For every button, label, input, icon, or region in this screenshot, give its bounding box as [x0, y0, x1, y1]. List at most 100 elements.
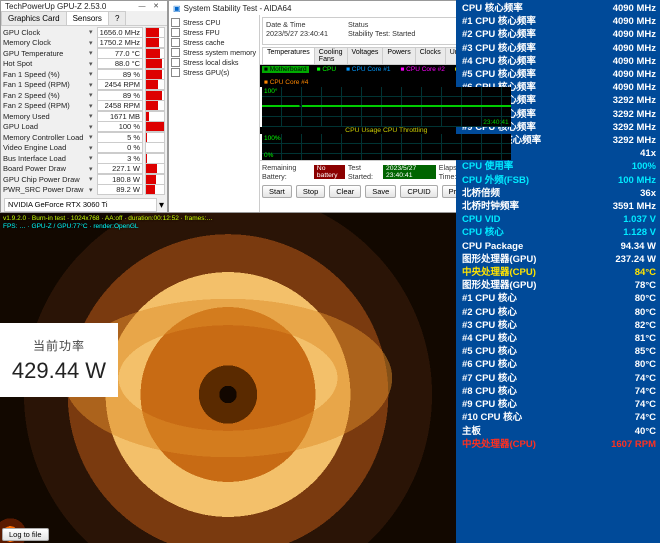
tab-graphics-card[interactable]: Graphics Card — [1, 11, 67, 25]
stat-key: #6 CPU 核心 — [462, 358, 517, 371]
subtab-clocks[interactable]: Clocks — [415, 47, 446, 64]
tab-sensors[interactable]: Sensors — [66, 11, 109, 25]
tree-label: Stress local disks — [183, 58, 239, 67]
legend-item[interactable]: ■ Motherboard — [262, 66, 309, 73]
tree-node[interactable]: Stress system memory — [171, 47, 257, 57]
start-button[interactable]: Start — [262, 185, 292, 198]
sensor-label: GPU Temperature — [3, 49, 89, 58]
sensor-label: GPU Chip Power Draw — [3, 175, 89, 184]
chevron-down-icon[interactable]: ▾ — [89, 49, 97, 57]
stat-value: 80°C — [635, 292, 656, 305]
subtab-temperatures[interactable]: Temperatures — [262, 47, 315, 64]
chevron-down-icon[interactable]: ▾ — [89, 186, 97, 194]
stat-value: 1.128 V — [623, 226, 656, 239]
tree-node[interactable]: Stress GPU(s) — [171, 67, 257, 77]
stat-row: 图形处理器(GPU)78°C — [462, 279, 656, 292]
stat-key: #2 CPU 核心 — [462, 306, 517, 319]
chevron-down-icon[interactable]: ▾ — [89, 91, 97, 99]
tree-node[interactable]: Stress FPU — [171, 27, 257, 37]
clear-button[interactable]: Clear — [329, 185, 361, 198]
stop-button[interactable]: Stop — [296, 185, 325, 198]
chevron-down-icon[interactable]: ▾ — [159, 200, 164, 211]
sensor-row: Fan 1 Speed (%)▾89 % — [3, 69, 165, 80]
subtab-powers[interactable]: Powers — [382, 47, 415, 64]
stat-key: #9 CPU 核心 — [462, 398, 517, 411]
sensor-label: PWR_SRC Power Draw — [3, 185, 89, 194]
stat-row: #4 CPU 核心81°C — [462, 332, 656, 345]
sensor-label: Board Power Draw — [3, 164, 89, 173]
gpu-model[interactable]: NVIDIA GeForce RTX 3060 Ti — [4, 198, 157, 212]
chevron-down-icon[interactable]: ▾ — [89, 39, 97, 47]
chevron-down-icon[interactable]: ▾ — [89, 81, 97, 89]
stat-row: CPU 外频(FSB)100 MHz — [462, 174, 656, 187]
sensor-bar — [145, 163, 165, 174]
checkbox-icon[interactable] — [171, 28, 180, 37]
checkbox-icon[interactable] — [171, 48, 180, 57]
tree-node[interactable]: Stress CPU — [171, 17, 257, 27]
stat-row: CPU 核心频率4090 MHz — [462, 2, 656, 15]
stat-row: CPU VID1.037 V — [462, 213, 656, 226]
sensor-label: Memory Clock — [3, 38, 89, 47]
stat-value: 84°C — [635, 266, 656, 279]
chevron-down-icon[interactable]: ▾ — [89, 165, 97, 173]
checkbox-icon[interactable] — [171, 18, 180, 27]
chevron-down-icon[interactable]: ▾ — [89, 123, 97, 131]
chevron-down-icon[interactable]: ▾ — [89, 70, 97, 78]
chevron-down-icon[interactable]: ▾ — [89, 175, 97, 183]
sensor-bar — [145, 142, 165, 153]
stat-value: 78°C — [635, 279, 656, 292]
stat-value: 74°C — [635, 385, 656, 398]
sensor-row: Fan 1 Speed (RPM)▾2454 RPM — [3, 80, 165, 91]
stat-row: 图形处理器(GPU)237.24 W — [462, 253, 656, 266]
stat-row: CPU Package94.34 W — [462, 240, 656, 253]
chevron-down-icon[interactable]: ▾ — [89, 112, 97, 120]
subtab-voltages[interactable]: Voltages — [347, 47, 384, 64]
graph-timestamp: 23:40:41 — [483, 119, 508, 126]
checkbox-icon[interactable] — [171, 58, 180, 67]
chevron-down-icon[interactable]: ▾ — [89, 28, 97, 36]
stat-key: #3 CPU 核心 — [462, 319, 517, 332]
started-label: Test Started: — [348, 163, 380, 181]
legend-item[interactable]: ■ CPU Core #2 — [398, 66, 446, 73]
stat-value: 1607 RPM — [611, 438, 656, 451]
tree-node[interactable]: Stress local disks — [171, 57, 257, 67]
chevron-down-icon[interactable]: ▾ — [89, 60, 97, 68]
sensor-row: Memory Clock▾1750.2 MHz — [3, 38, 165, 49]
tree-label: Stress system memory — [183, 48, 256, 57]
checkbox-icon[interactable] — [171, 68, 180, 77]
sensor-row: Board Power Draw▾227.1 W — [3, 164, 165, 175]
chevron-down-icon[interactable]: ▾ — [89, 133, 97, 141]
legend-item[interactable]: ■ CPU — [315, 66, 338, 73]
tree-label: Stress FPU — [183, 28, 220, 37]
chevron-down-icon[interactable]: ▾ — [89, 144, 97, 152]
log-to-file-button[interactable]: Log to file — [2, 528, 49, 541]
sensor-value: 100 % — [97, 121, 143, 132]
chevron-down-icon[interactable]: ▾ — [89, 102, 97, 110]
chevron-down-icon[interactable]: ▾ — [89, 154, 97, 162]
aida-title: System Stability Test - AIDA64 — [184, 4, 292, 13]
subtab-cooling-fans[interactable]: Cooling Fans — [314, 47, 348, 64]
stat-row: #2 CPU 核心80°C — [462, 306, 656, 319]
tab-about[interactable]: ? — [108, 11, 126, 25]
checkbox-icon[interactable] — [171, 38, 180, 47]
sensor-label: Fan 2 Speed (%) — [3, 91, 89, 100]
legend-item[interactable]: ■ CPU Core #1 — [344, 66, 392, 73]
cpuid-button[interactable]: CPUID — [400, 185, 437, 198]
stat-value: 80°C — [635, 358, 656, 371]
legend-item[interactable]: ■ CPU Core #4 — [262, 79, 310, 86]
minimize-icon[interactable]: — — [135, 1, 149, 11]
gpuz-titlebar[interactable]: TechPowerUp GPU-Z 2.53.0 — ✕ — [1, 1, 167, 11]
sensor-value: 2454 RPM — [97, 79, 143, 90]
started-value: 2023/5/27 23:40:41 — [383, 165, 436, 179]
stat-value: 36x — [640, 187, 656, 200]
sensor-value: 88.0 °C — [97, 58, 143, 69]
save-button[interactable]: Save — [365, 185, 396, 198]
sensor-label: Fan 2 Speed (RPM) — [3, 101, 89, 110]
stat-key: #4 CPU 核心 — [462, 332, 517, 345]
tree-node[interactable]: Stress cache — [171, 37, 257, 47]
sensor-row: Bus Interface Load▾3 % — [3, 153, 165, 164]
close-icon[interactable]: ✕ — [149, 1, 163, 11]
sensor-label: Memory Controller Load — [3, 133, 89, 142]
battery-label: Remaining Battery: — [262, 163, 311, 181]
sensor-bar — [145, 69, 165, 80]
